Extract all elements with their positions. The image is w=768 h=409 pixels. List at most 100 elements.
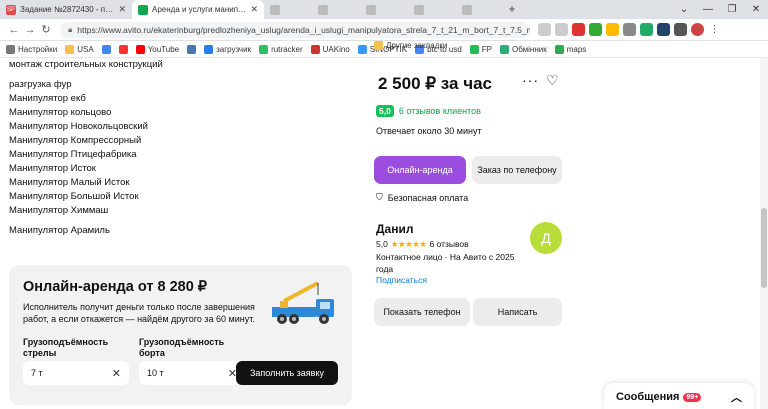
reload-icon[interactable]: ↻ <box>38 23 54 36</box>
extension-icon[interactable] <box>640 23 653 36</box>
bookmark-vk[interactable] <box>187 44 197 54</box>
promo-text: Исполнитель получит деньги только после … <box>23 302 255 324</box>
crane-truck-icon <box>272 281 334 324</box>
list-item: монтаж строительных конструкций <box>9 59 163 70</box>
online-rent-card: Онлайн-аренда от 8 280 ₽ Исполнитель пол… <box>9 265 352 405</box>
tab-favicon-icon <box>318 4 328 15</box>
yandex-icon <box>118 44 128 54</box>
seller-reviews-link[interactable]: 6 отзывов <box>429 239 468 250</box>
share-icon[interactable] <box>538 23 551 36</box>
url-field[interactable]: 🔒︎ https://www.avito.ru/ekaterinburg/pre… <box>60 21 530 38</box>
extension-icon[interactable] <box>606 23 619 36</box>
browser-tab-bar: SP Задание №2872430 - просмотр ✕ Аренда … <box>0 0 768 19</box>
list-item: Манипулятор екб <box>9 93 86 104</box>
chevron-up-icon[interactable]: ︿ <box>731 389 742 405</box>
tab-favicon-icon <box>366 4 376 15</box>
rating-row: 5,0 6 отзывов клиентов <box>376 105 481 117</box>
window-controls: ⌄ — ❐ ✕ <box>672 0 768 19</box>
star-icon: ★★★★★ <box>390 239 427 249</box>
bookmark-uakino[interactable]: UAKino <box>310 44 350 54</box>
more-options-icon[interactable]: ··· <box>522 72 539 88</box>
list-item: Манипулятор Новокольцовский <box>9 121 148 132</box>
bookmarks-bar: Настройки USA YouTube загрузчик rutracke… <box>0 41 768 58</box>
lock-icon: 🔒︎ <box>68 24 73 34</box>
bookmark-youtube[interactable]: YouTube <box>135 44 179 54</box>
page-content: монтаж строительных конструкций разгрузк… <box>0 58 768 409</box>
extension-icon[interactable] <box>572 23 585 36</box>
bookmark-settings[interactable]: Настройки <box>6 44 57 54</box>
tab-favicon: SP <box>6 4 16 15</box>
phone-order-button[interactable]: Заказ по телефону <box>472 156 562 184</box>
field-value: 10 т <box>147 368 164 378</box>
address-bar-row: ← → ↻ 🔒︎ https://www.avito.ru/ekaterinbu… <box>0 19 768 41</box>
bookmark-downloader[interactable]: загрузчик <box>204 44 251 54</box>
tab-4[interactable] <box>312 0 360 19</box>
bookmark-google[interactable] <box>101 44 111 54</box>
download-icon <box>204 44 214 54</box>
tab-favicon-icon <box>414 4 424 15</box>
close-window-icon[interactable]: ✕ <box>744 0 768 19</box>
show-phone-button[interactable]: Показать телефон <box>374 298 470 326</box>
write-message-button[interactable]: Написать <box>473 298 562 326</box>
rutracker-icon <box>259 44 269 54</box>
tab-6[interactable] <box>408 0 456 19</box>
submit-request-button[interactable]: Заполнить заявку <box>236 361 338 385</box>
list-item: Манипулятор кольцово <box>9 107 112 118</box>
seller-rating-value: 5,0 <box>376 239 388 249</box>
profile-avatar[interactable] <box>691 23 704 36</box>
uakino-icon <box>310 44 320 54</box>
online-rent-button[interactable]: Онлайн-аренда <box>374 156 466 184</box>
star-icon[interactable] <box>555 23 568 36</box>
chevron-down-icon[interactable]: ⌄ <box>672 0 696 19</box>
vk-icon <box>187 44 197 54</box>
board-capacity-input[interactable]: 10 т ✕ <box>139 361 245 385</box>
list-item: Манипулятор Большой Исток <box>9 191 139 202</box>
sinoptik-icon <box>357 44 367 54</box>
response-time: Отвечает около 30 минут <box>376 126 482 136</box>
list-item: Манипулятор Химмаш <box>9 205 109 216</box>
tab-favicon-icon <box>462 4 472 15</box>
tab-title: Аренда и услуги манипулятора <box>152 5 247 14</box>
extension-icon[interactable] <box>657 23 670 36</box>
reviews-link[interactable]: 6 отзывов клиентов <box>399 106 481 116</box>
new-tab-button[interactable]: + <box>504 0 520 19</box>
extension-icon[interactable] <box>623 23 636 36</box>
messages-widget[interactable]: Сообщения 99+ ︿ <box>604 383 754 409</box>
field-value: 7 т <box>31 368 43 378</box>
safe-payment: ⛉ Безопасная оплата <box>376 192 468 203</box>
heart-icon[interactable]: ♡ <box>546 72 559 89</box>
minimize-icon[interactable]: — <box>696 0 720 19</box>
bookmark-usa[interactable]: USA <box>65 44 94 54</box>
bookmark-rutracker[interactable]: rutracker <box>259 44 303 54</box>
back-icon[interactable]: ← <box>6 24 22 36</box>
close-icon[interactable]: ✕ <box>118 4 126 15</box>
scrollbar[interactable] <box>760 58 768 409</box>
messages-label: Сообщения <box>616 391 680 403</box>
gear-icon <box>6 44 15 54</box>
list-item: Манипулятор Компрессорный <box>9 135 142 146</box>
service-list: монтаж строительных конструкций разгрузк… <box>9 58 163 238</box>
bookmark-other[interactable]: Другие закладки <box>374 41 574 50</box>
kebab-menu-icon[interactable]: ⋮ <box>708 23 721 36</box>
boom-capacity-field: Грузоподъёмность стрелы 7 т ✕ <box>23 337 129 385</box>
tab-5[interactable] <box>360 0 408 19</box>
extension-icon[interactable] <box>589 23 602 36</box>
tab-2-active[interactable]: Аренда и услуги манипулятора ✕ <box>132 0 264 19</box>
avatar[interactable]: Д <box>530 222 562 254</box>
close-icon[interactable]: ✕ <box>250 4 258 15</box>
field-label: Грузоподъёмность борта <box>139 337 225 358</box>
maximize-icon[interactable]: ❐ <box>720 0 744 19</box>
boom-capacity-input[interactable]: 7 т ✕ <box>23 361 129 385</box>
bookmark-yandex[interactable] <box>118 44 128 54</box>
forward-icon[interactable]: → <box>22 24 38 36</box>
tab-1[interactable]: SP Задание №2872430 - просмотр ✕ <box>0 0 132 19</box>
tab-3[interactable] <box>264 0 312 19</box>
clear-icon[interactable]: ✕ <box>112 367 121 380</box>
scrollbar-thumb[interactable] <box>761 208 767 288</box>
extension-icon[interactable] <box>674 23 687 36</box>
tab-7[interactable] <box>456 0 504 19</box>
tab-favicon-icon <box>270 4 280 15</box>
safe-payment-label: Безопасная оплата <box>387 192 469 203</box>
subscribe-link[interactable]: Подписаться <box>376 275 427 285</box>
seller-name[interactable]: Данил <box>376 222 413 236</box>
